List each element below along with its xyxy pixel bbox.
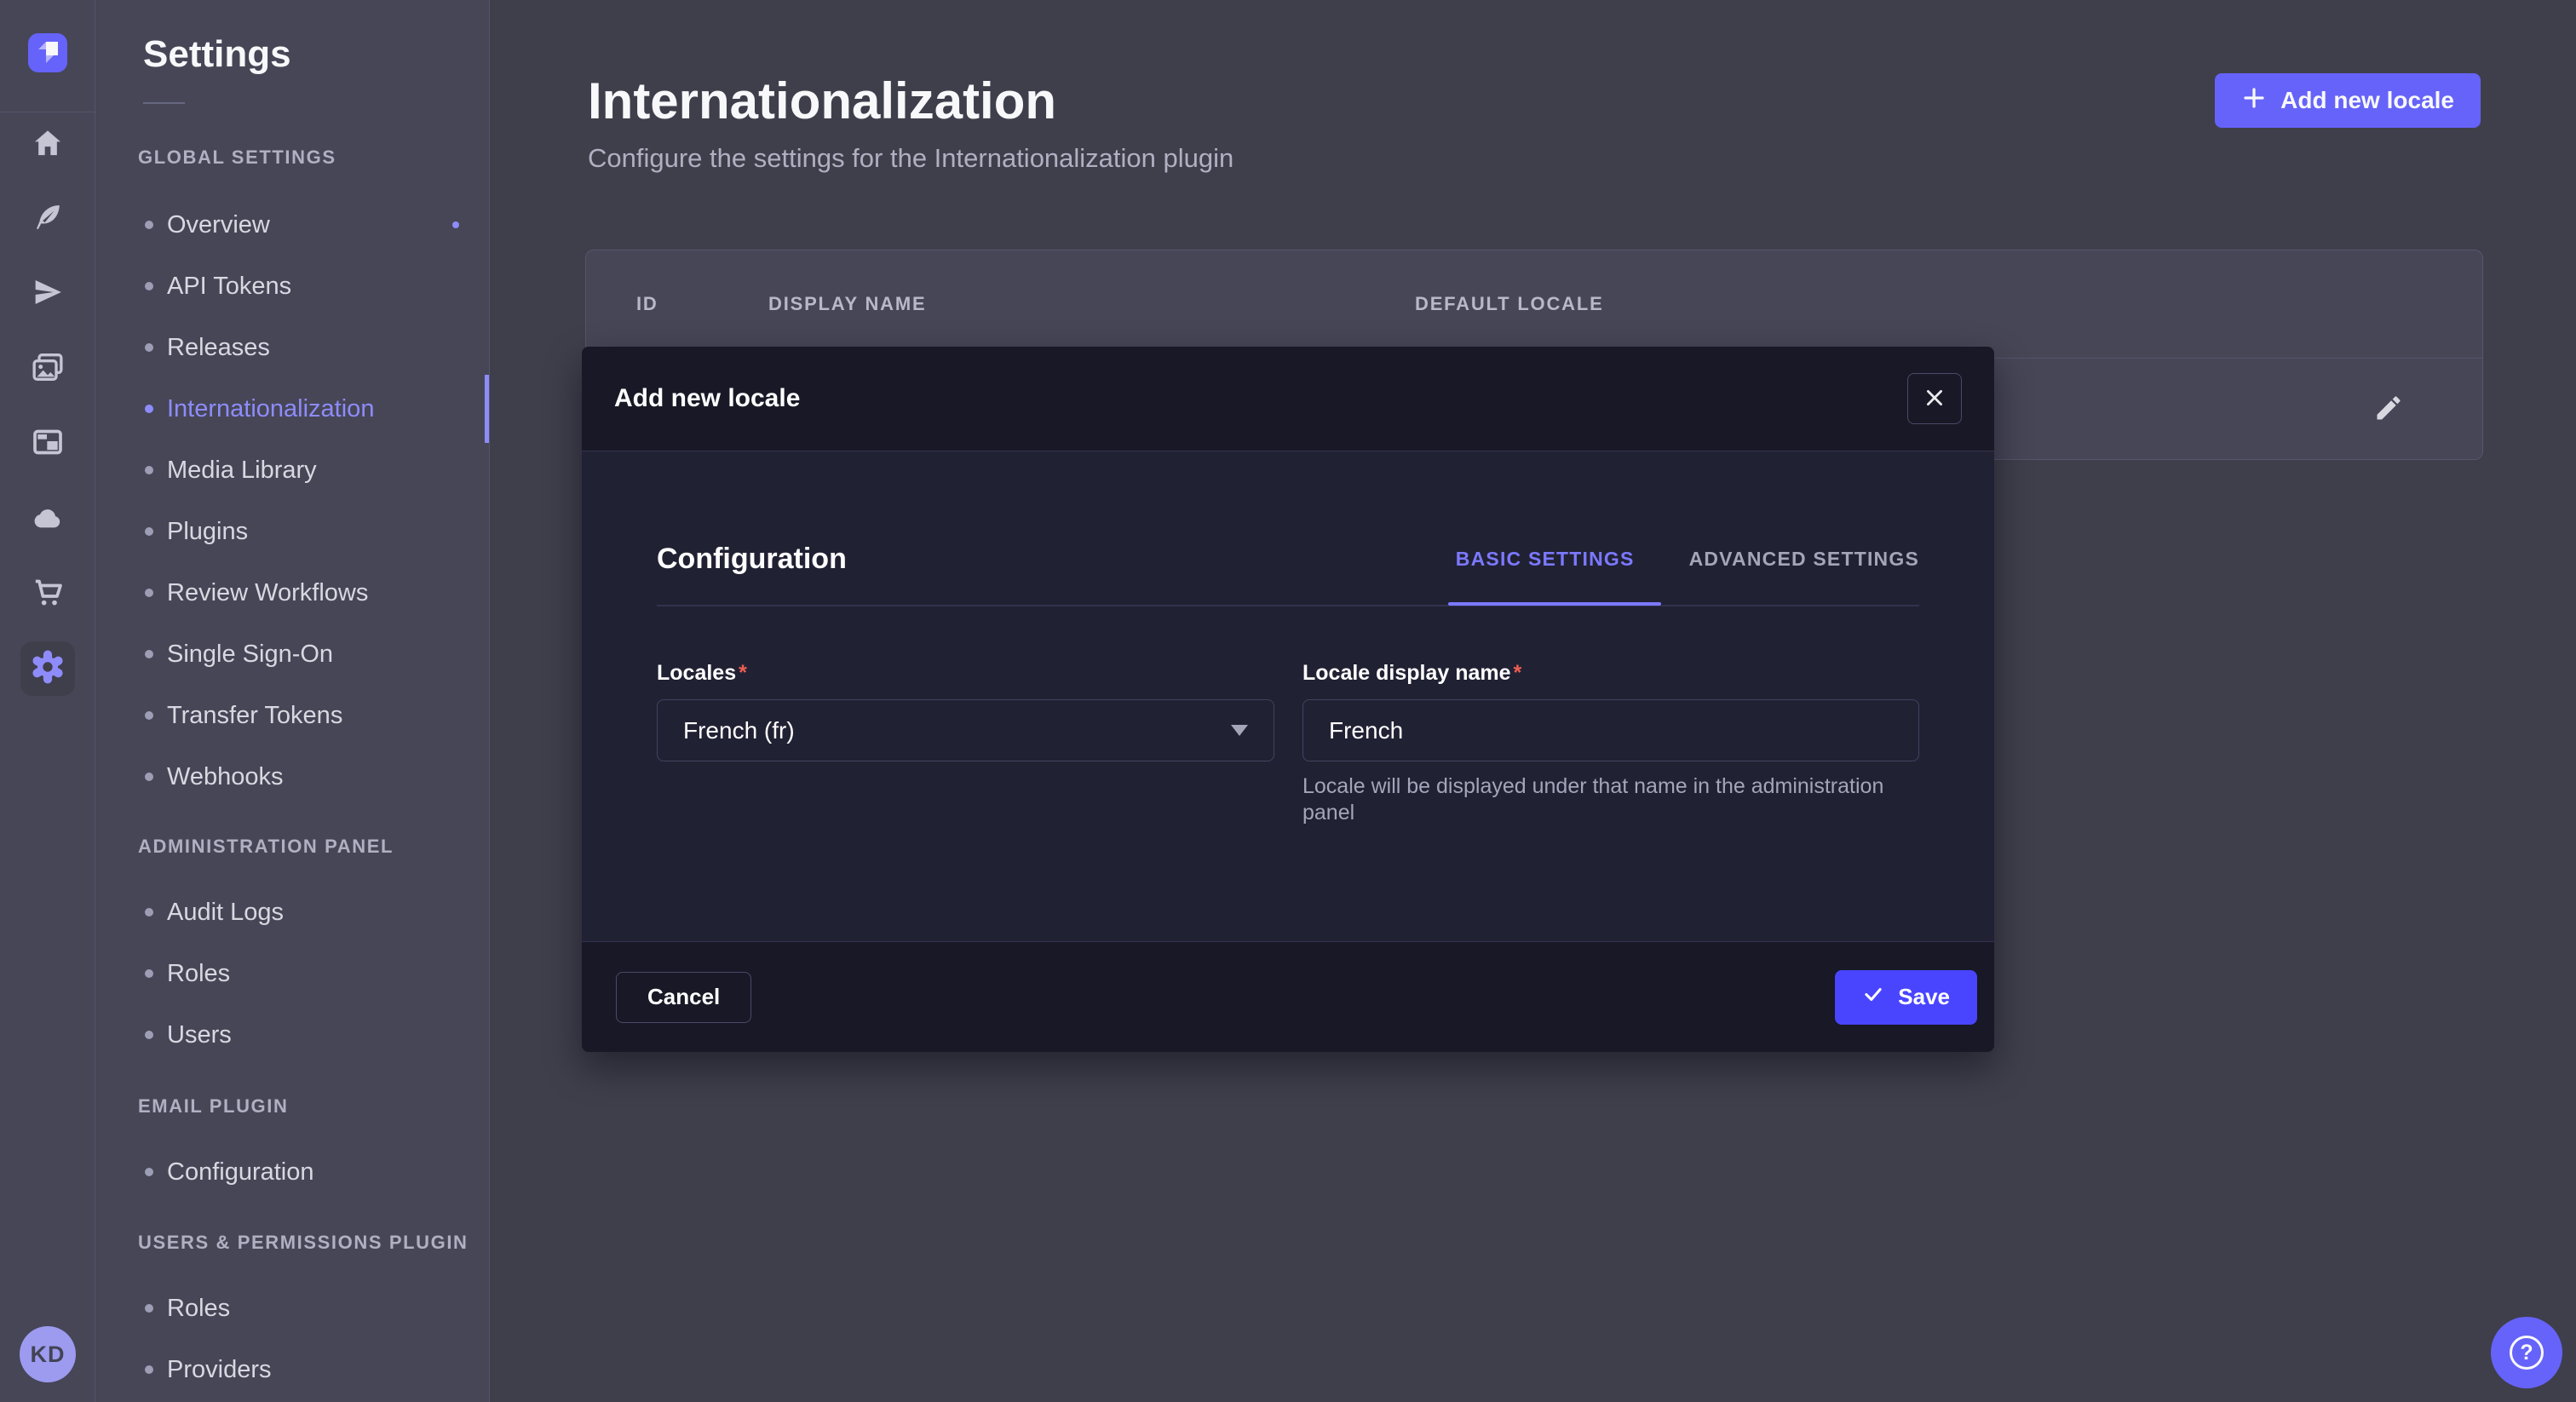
chevron-down-icon bbox=[1231, 725, 1248, 736]
close-icon bbox=[1923, 387, 1946, 411]
display-name-input[interactable]: French bbox=[1302, 699, 1919, 761]
required-asterisk: * bbox=[739, 661, 747, 685]
modal-close-button[interactable] bbox=[1907, 373, 1962, 424]
check-icon bbox=[1862, 983, 1884, 1011]
configuration-heading: Configuration bbox=[657, 543, 847, 576]
add-locale-modal: Add new locale Configuration BASIC SETTI… bbox=[582, 347, 1994, 1052]
required-asterisk: * bbox=[1514, 661, 1522, 685]
modal-footer: Cancel Save bbox=[582, 941, 1994, 1052]
save-button-label: Save bbox=[1898, 984, 1950, 1010]
display-name-field-label: Locale display name* bbox=[1302, 660, 1919, 686]
modal-body: Configuration BASIC SETTINGS ADVANCED SE… bbox=[582, 451, 1994, 941]
cancel-button[interactable]: Cancel bbox=[616, 972, 751, 1023]
display-name-input-value: French bbox=[1329, 717, 1403, 744]
modal-title: Add new locale bbox=[614, 384, 800, 413]
tabs-divider bbox=[657, 605, 1919, 606]
modal-header: Add new locale bbox=[582, 347, 1994, 451]
locales-select-value: French (fr) bbox=[683, 717, 795, 744]
settings-tabs: BASIC SETTINGS ADVANCED SETTINGS bbox=[1456, 548, 1919, 571]
save-button[interactable]: Save bbox=[1835, 970, 1977, 1025]
tab-basic-settings[interactable]: BASIC SETTINGS bbox=[1456, 548, 1635, 571]
app: KD Settings GLOBAL SETTINGS Overview API… bbox=[0, 0, 2576, 1402]
active-tab-underline bbox=[1448, 602, 1661, 606]
tab-advanced-settings[interactable]: ADVANCED SETTINGS bbox=[1689, 548, 1919, 571]
locales-select[interactable]: French (fr) bbox=[657, 699, 1274, 761]
display-name-hint: Locale will be displayed under that name… bbox=[1302, 773, 1919, 826]
locales-field-label: Locales* bbox=[657, 660, 1274, 686]
